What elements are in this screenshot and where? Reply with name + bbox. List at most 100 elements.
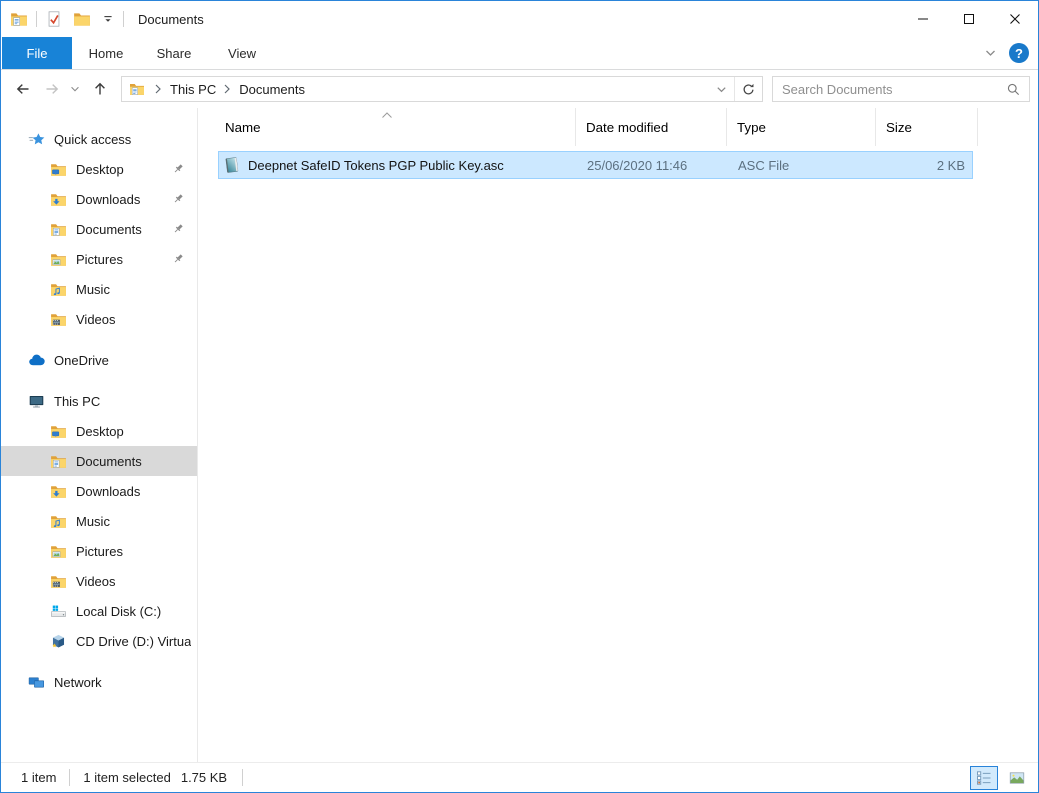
pin-icon (172, 163, 184, 175)
file-date-modified: 25/06/2020 11:46 (577, 158, 728, 173)
search-input[interactable] (782, 82, 1006, 97)
local-disk-icon (50, 603, 67, 620)
desktop-folder-icon (50, 423, 67, 440)
sidebar-item-downloads-qa[interactable]: Downloads (1, 184, 197, 214)
tab-share[interactable]: Share (140, 37, 208, 69)
sidebar-section-onedrive[interactable]: OneDrive (1, 345, 197, 375)
tab-file[interactable]: File (2, 37, 72, 69)
pin-icon (172, 253, 184, 265)
main-area: Quick access Desktop Downloads Documents… (1, 108, 1038, 762)
details-view-icon (976, 770, 992, 786)
refresh-icon (741, 82, 756, 97)
videos-folder-icon (50, 311, 67, 328)
back-arrow-icon (15, 81, 31, 97)
file-size: 2 KB (877, 158, 974, 173)
sidebar-item-desktop[interactable]: Desktop (1, 416, 197, 446)
sidebar-section-network[interactable]: Network (1, 667, 197, 697)
expand-ribbon-button[interactable] (983, 46, 998, 60)
recent-locations-button[interactable] (66, 75, 84, 103)
music-folder-icon (50, 281, 67, 298)
sidebar-item-documents[interactable]: Documents (1, 446, 197, 476)
file-list-body[interactable]: Deepnet SafeID Tokens PGP Public Key.asc… (198, 146, 1038, 762)
status-bar: 1 item 1 item selected 1.75 KB (1, 762, 1038, 792)
sidebar-item-desktop-qa[interactable]: Desktop (1, 154, 197, 184)
address-bar[interactable]: This PC Documents (121, 76, 763, 102)
navigation-bar: This PC Documents (1, 70, 1038, 108)
qat-dropdown-icon[interactable] (101, 12, 115, 26)
sidebar-item-pictures[interactable]: Pictures (1, 536, 197, 566)
file-row[interactable]: Deepnet SafeID Tokens PGP Public Key.asc… (218, 151, 973, 179)
location-folder-icon (129, 81, 145, 97)
forward-button[interactable] (38, 75, 66, 103)
status-separator (242, 769, 243, 786)
refresh-button[interactable] (735, 77, 762, 101)
maximize-button[interactable] (946, 1, 992, 37)
pin-icon (172, 193, 184, 205)
minimize-button[interactable] (900, 1, 946, 37)
title-bar: Documents (1, 1, 1038, 37)
back-button[interactable] (8, 75, 38, 103)
pin-icon (172, 223, 184, 235)
pc-monitor-icon (28, 393, 45, 410)
file-name-cell: Deepnet SafeID Tokens PGP Public Key.asc (219, 156, 577, 174)
cd-drive-cube-icon (50, 633, 67, 650)
file-list-pane: Name Date modified Type Size Deepnet S (198, 108, 1038, 762)
item-count: 1 item (21, 770, 56, 785)
magnifier-icon[interactable] (1006, 82, 1021, 97)
window-documents-folder-icon (10, 10, 28, 28)
new-folder-icon[interactable] (73, 10, 91, 28)
properties-check-icon[interactable] (45, 10, 63, 28)
breadcrumb-chevron-icon (154, 83, 163, 95)
sidebar-item-cd-drive-d[interactable]: CD Drive (D:) Virtua (1, 626, 197, 656)
thumbnail-view-icon (1009, 770, 1025, 786)
breadcrumb-documents[interactable]: Documents (236, 82, 308, 97)
minimize-icon (917, 13, 929, 25)
sidebar-item-local-disk-c[interactable]: Local Disk (C:) (1, 596, 197, 626)
toolbar-separator (36, 11, 37, 27)
sort-ascending-icon (380, 111, 393, 119)
tab-view[interactable]: View (208, 37, 276, 69)
tab-home[interactable]: Home (72, 37, 140, 69)
explorer-window: Documents File Home Share View ? (0, 0, 1039, 793)
selection-size: 1.75 KB (181, 770, 227, 785)
up-button[interactable] (84, 75, 116, 103)
help-button[interactable]: ? (1009, 43, 1029, 63)
up-arrow-icon (92, 81, 108, 97)
chevron-down-icon (69, 83, 81, 95)
sidebar-section-this-pc[interactable]: This PC (1, 386, 197, 416)
column-header-date-modified[interactable]: Date modified (576, 108, 727, 146)
sidebar-item-videos-qa[interactable]: Videos (1, 304, 197, 334)
quick-access-star-icon (28, 131, 45, 148)
sidebar-item-videos[interactable]: Videos (1, 566, 197, 596)
documents-folder-icon (50, 453, 67, 470)
chevron-down-icon (983, 46, 998, 60)
sidebar-item-music-qa[interactable]: Music (1, 274, 197, 304)
status-separator (69, 769, 70, 786)
search-box (772, 76, 1030, 102)
sidebar-item-pictures-qa[interactable]: Pictures (1, 244, 197, 274)
address-dropdown-button[interactable] (708, 77, 734, 101)
quick-access-toolbar (1, 10, 132, 28)
column-header-type[interactable]: Type (727, 108, 876, 146)
breadcrumb-this-pc[interactable]: This PC (167, 82, 219, 97)
thumbnail-view-button[interactable] (1003, 766, 1031, 790)
column-header-row: Name Date modified Type Size (198, 108, 1038, 146)
music-folder-icon (50, 513, 67, 530)
column-header-name[interactable]: Name (198, 108, 576, 146)
file-type: ASC File (728, 158, 877, 173)
sidebar-item-documents-qa[interactable]: Documents (1, 214, 197, 244)
downloads-folder-icon (50, 191, 67, 208)
view-switcher (970, 766, 1038, 790)
chevron-down-icon (715, 83, 728, 96)
pictures-folder-icon (50, 251, 67, 268)
close-button[interactable] (992, 1, 1038, 37)
sidebar-item-downloads[interactable]: Downloads (1, 476, 197, 506)
file-name: Deepnet SafeID Tokens PGP Public Key.asc (248, 158, 504, 173)
column-header-extra (978, 108, 1038, 146)
details-view-button[interactable] (970, 766, 998, 790)
sidebar-item-music[interactable]: Music (1, 506, 197, 536)
selection-count: 1 item selected (83, 770, 170, 785)
sidebar-section-quick-access[interactable]: Quick access (1, 124, 197, 154)
column-header-size[interactable]: Size (876, 108, 978, 146)
toolbar-separator (123, 11, 124, 27)
